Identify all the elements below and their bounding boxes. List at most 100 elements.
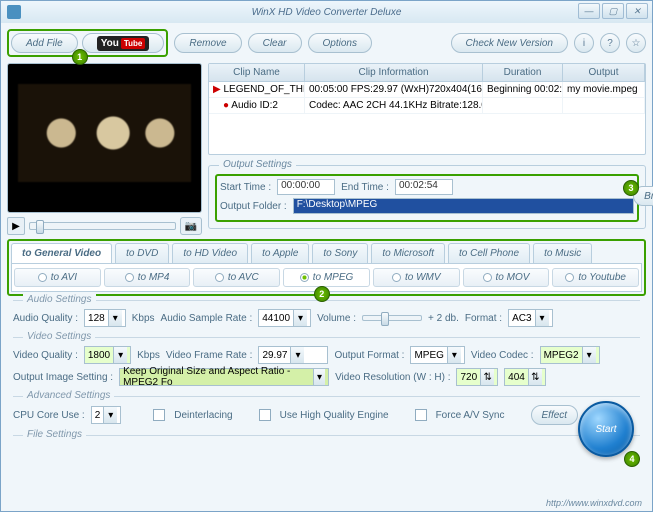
cpu-core-select[interactable]: 2▾ [91,406,122,424]
end-time-field[interactable]: 00:02:54 [395,179,453,195]
about-icon[interactable]: ☆ [626,33,646,53]
video-fps-select[interactable]: 29.97▾ [258,346,328,364]
res-width-field[interactable]: 720⇅ [456,368,498,386]
options-button[interactable]: Options [308,33,372,53]
clip-row[interactable]: ▶ LEGEND_OF_THE_GU 00:05:00 FPS:29.97 (W… [209,82,645,98]
subtab-mov[interactable]: to MOV [463,268,550,287]
chevron-down-icon[interactable]: ▾ [290,347,304,363]
video-quality-label: Video Quality : [13,350,78,361]
badge-1: 1 [72,49,88,65]
remove-button[interactable]: Remove [174,33,241,53]
cpu-core-label: CPU Core Use : [13,410,85,421]
subtab-wmv[interactable]: to WMV [373,268,460,287]
stepper-icon[interactable]: ⇅ [528,369,542,385]
subtab-avi[interactable]: to AVI [14,268,101,287]
chevron-down-icon[interactable]: ▾ [103,407,117,423]
subtab-avc[interactable]: to AVC [193,268,280,287]
chevron-down-icon[interactable]: ▾ [293,310,307,326]
chevron-down-icon[interactable]: ▾ [113,347,127,363]
chevron-down-icon[interactable]: ▾ [447,347,461,363]
audio-format-label: Format : [465,313,502,324]
maximize-button[interactable]: ▢ [602,3,624,19]
badge-3: 3 [623,180,639,196]
preview-panel: ▶ 📷 [7,63,202,235]
video-fps-label: Video Frame Rate : [166,350,253,361]
audio-settings-group: Audio Settings Audio Quality : 128▾ Kbps… [13,300,640,337]
tab-cell-phone[interactable]: to Cell Phone [448,243,530,263]
titlebar: WinX HD Video Converter Deluxe — ▢ ✕ [1,1,652,23]
chevron-down-icon[interactable]: ▾ [535,310,549,326]
seek-thumb[interactable] [36,220,44,234]
volume-thumb[interactable] [381,312,389,326]
highlight-2: to General Video to DVD to HD Video to A… [7,239,646,296]
volume-slider[interactable] [362,315,422,321]
start-time-field[interactable]: 00:00:00 [277,179,335,195]
check-version-button[interactable]: Check New Version [451,33,568,53]
highlight-1: Add File YouTube 1 [7,29,168,57]
volume-label: Volume : [317,313,356,324]
chevron-down-icon[interactable]: ▾ [582,347,596,363]
chevron-down-icon[interactable]: ▾ [108,310,122,326]
tab-dvd[interactable]: to DVD [115,243,169,263]
video-preview [7,63,202,213]
app-window: WinX HD Video Converter Deluxe — ▢ ✕ Add… [0,0,653,512]
file-settings-group: File Settings [13,435,640,446]
subtab-youtube[interactable]: to Youtube [552,268,639,287]
stepper-icon[interactable]: ⇅ [480,369,494,385]
minimize-button[interactable]: — [578,3,600,19]
col-output: Output [563,64,645,81]
av-sync-checkbox[interactable] [415,409,427,421]
hq-engine-checkbox[interactable] [259,409,271,421]
start-button[interactable]: Start [578,401,634,457]
advanced-settings-group: Advanced Settings CPU Core Use : 2▾ Dein… [13,396,640,435]
footer-link[interactable]: http://www.winxdvd.com [546,498,642,508]
audio-rate-select[interactable]: 44100▾ [258,309,311,327]
audio-quality-select[interactable]: 128▾ [84,309,126,327]
video-codec-label: Video Codec : [471,350,534,361]
snapshot-button[interactable]: 📷 [180,217,202,235]
video-settings-group: Video Settings Video Quality : 1800▾ Kbp… [13,337,640,396]
youtube-button[interactable]: YouTube [82,33,165,53]
audio-icon: ● [223,100,229,111]
tab-microsoft[interactable]: to Microsoft [371,243,445,263]
video-icon: ▶ [213,84,221,95]
main-toolbar: Add File YouTube 1 Remove Clear Options … [7,29,646,57]
clip-row[interactable]: ● Audio ID:2 Codec: AAC 2CH 44.1KHz Bitr… [209,98,645,114]
output-folder-label: Output Folder : [220,201,287,212]
seek-slider[interactable] [29,222,176,230]
close-button[interactable]: ✕ [626,3,648,19]
app-icon [7,5,21,19]
audio-rate-label: Audio Sample Rate : [161,313,253,324]
start-time-label: Start Time : [220,182,271,193]
video-quality-select[interactable]: 1800▾ [84,346,131,364]
help-icon[interactable]: ? [600,33,620,53]
output-settings-group: Output Settings Start Time : 00:00:00 En… [208,165,646,229]
audio-quality-label: Audio Quality : [13,313,78,324]
clear-button[interactable]: Clear [248,33,302,53]
badge-2: 2 [314,286,330,302]
audio-format-select[interactable]: AC3▾ [508,309,552,327]
video-codec-select[interactable]: MPEG2▾ [540,346,600,364]
chevron-down-icon[interactable]: ▾ [313,369,325,385]
end-time-label: End Time : [341,182,389,193]
col-clip-name: Clip Name [209,64,305,81]
play-button[interactable]: ▶ [7,217,25,235]
tab-sony[interactable]: to Sony [312,243,368,263]
app-title: WinX HD Video Converter Deluxe [252,7,402,18]
tab-hd-video[interactable]: to HD Video [172,243,248,263]
add-file-button[interactable]: Add File [11,33,78,53]
output-format-select[interactable]: MPEG▾ [410,346,464,364]
tab-apple[interactable]: to Apple [251,243,309,263]
res-height-field[interactable]: 404⇅ [504,368,546,386]
output-format-label: Output Format : [334,350,404,361]
subtab-mpeg[interactable]: to MPEG [283,268,370,287]
effect-button[interactable]: Effect [531,405,579,425]
info-icon[interactable]: i [574,33,594,53]
tab-general-video[interactable]: to General Video [11,243,112,263]
output-image-select[interactable]: Keep Original Size and Aspect Ratio - MP… [119,368,329,386]
deinterlacing-checkbox[interactable] [153,409,165,421]
subtab-mp4[interactable]: to MP4 [104,268,191,287]
col-duration: Duration [483,64,563,81]
tab-music[interactable]: to Music [533,243,592,263]
output-folder-field[interactable]: F:\Desktop\MPEG [293,198,634,214]
